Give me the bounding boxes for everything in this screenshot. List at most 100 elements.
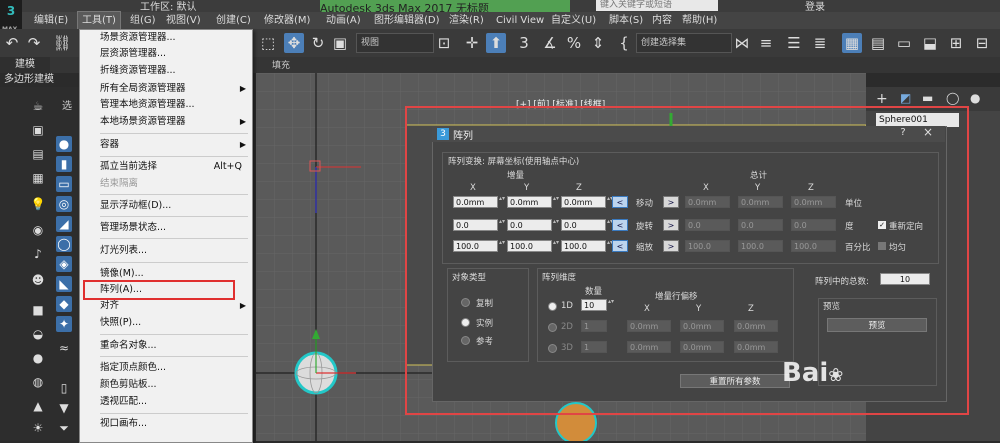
help-button[interactable]: ? — [893, 126, 913, 139]
hierarchy-tab-icon[interactable]: ▬ — [922, 91, 933, 105]
move-inc-x-field[interactable]: 0.0mm — [453, 196, 498, 208]
material-editor-icon[interactable]: ⬓ — [920, 33, 940, 53]
sphere-shape-icon[interactable]: ● — [56, 136, 72, 152]
dim-2d-count-field[interactable]: 1 — [581, 320, 607, 332]
spinner-icon[interactable]: ▴▾ — [553, 219, 559, 231]
funnel-icon[interactable]: ▼ — [56, 400, 72, 416]
redo-icon[interactable]: ↷ — [24, 33, 44, 53]
reference-radio[interactable] — [461, 336, 470, 345]
geo-sphere-icon[interactable]: ◈ — [56, 256, 72, 272]
spinner-icon[interactable]: ▴▾ — [499, 240, 505, 252]
align-icon[interactable]: ≡ — [756, 33, 776, 53]
menu-customize[interactable]: 自定义(U) — [551, 12, 596, 29]
named-selection-icon[interactable]: { — [614, 33, 634, 53]
hedra-icon[interactable]: ✦ — [56, 316, 72, 332]
rotate-inc-x-field[interactable]: 0.0 — [453, 219, 498, 231]
rotate-tot-z-field[interactable]: 0.0 — [791, 219, 836, 231]
scale-inc-x-field[interactable]: 100.0 — [453, 240, 498, 252]
spinner-icon[interactable]: ▴▾ — [499, 196, 505, 208]
dim-2d-z-field[interactable]: 0.0mm — [734, 320, 778, 332]
copy-radio[interactable] — [461, 298, 470, 307]
menu-containers[interactable]: 容器 ▶ — [100, 137, 250, 153]
snap-3d-icon[interactable]: 3 — [514, 33, 534, 53]
light-icon[interactable]: 💡 — [30, 196, 46, 212]
reference-coord-select[interactable]: 视图 — [356, 33, 434, 53]
schematic-view-icon[interactable]: ▭ — [894, 33, 914, 53]
move-inc-z-field[interactable]: 0.0mm — [561, 196, 606, 208]
dim-2d-y-field[interactable]: 0.0mm — [680, 320, 724, 332]
reset-all-parameters-button[interactable]: 重置所有参数 — [680, 374, 790, 388]
table-icon[interactable]: ▦ — [30, 170, 46, 186]
menu-rendering[interactable]: 渲染(R) — [449, 12, 484, 29]
menu-group[interactable]: 组(G) — [130, 12, 156, 29]
menu-content[interactable]: 内容 — [652, 12, 672, 29]
rotate-left-arrow-button[interactable]: < — [612, 219, 628, 231]
angle-snap-icon[interactable]: ∡ — [540, 33, 560, 53]
reorient-checkbox[interactable]: ✓ — [878, 221, 886, 229]
scale-icon[interactable]: ▣ — [330, 33, 350, 53]
instance-radio[interactable] — [461, 318, 470, 327]
menu-crease-explorer[interactable]: 折缝资源管理器... — [100, 63, 250, 79]
keyboard-shortcut-icon[interactable]: ⬆ — [486, 33, 506, 53]
move-tot-y-field[interactable]: 0.0mm — [738, 196, 783, 208]
scale-inc-y-field[interactable]: 100.0 — [507, 240, 552, 252]
menu-layer-explorer[interactable]: 层资源管理器... — [100, 46, 250, 62]
cone-shape-icon[interactable]: ◣ — [56, 276, 72, 292]
dim-3d-y-field[interactable]: 0.0mm — [680, 341, 724, 353]
menu-manage-local-explorers[interactable]: 管理本地资源管理器... — [100, 97, 250, 113]
modify-tab-icon[interactable]: ◩ — [900, 91, 911, 105]
spinner-snap-icon[interactable]: ⇕ — [588, 33, 608, 53]
render-setup-icon[interactable]: ⊞ — [946, 33, 966, 53]
move-tot-x-field[interactable]: 0.0mm — [685, 196, 730, 208]
menu-scene-explorer[interactable]: 场景资源管理器... — [100, 30, 250, 46]
menu-isolate-selection[interactable]: 孤立当前选择 Alt+Q — [100, 159, 250, 175]
render-icon[interactable]: ⊟ — [972, 33, 992, 53]
cage-icon[interactable]: ◍ — [30, 374, 46, 390]
teapot-icon[interactable]: ☕ — [30, 98, 46, 114]
dim-2d-x-field[interactable]: 0.0mm — [627, 320, 671, 332]
scene-explorer-icon[interactable]: ≣ — [810, 33, 830, 53]
ribbon-sub-polygon-modeling[interactable]: 多边形建模 — [0, 73, 84, 87]
rotate-inc-y-field[interactable]: 0.0 — [507, 219, 552, 231]
menu-rename-objects[interactable]: 重命名对象... — [100, 338, 250, 354]
rotate-right-arrow-button[interactable]: > — [663, 219, 679, 231]
scale-left-arrow-button[interactable]: < — [612, 240, 628, 252]
dim-2d-radio[interactable] — [548, 323, 557, 332]
uniform-checkbox[interactable] — [878, 242, 886, 250]
selection-set-select[interactable]: 创建选择集 — [636, 33, 732, 53]
close-button[interactable]: × — [917, 126, 939, 139]
menu-light-lister[interactable]: 灯光列表... — [100, 243, 250, 259]
dome-icon[interactable]: ◒ — [30, 326, 46, 342]
scale-tot-y-field[interactable]: 100.0 — [738, 240, 783, 252]
move-inc-y-field[interactable]: 0.0mm — [507, 196, 552, 208]
scale-inc-z-field[interactable]: 100.0 — [561, 240, 606, 252]
square-icon[interactable]: ■ — [30, 302, 46, 318]
menu-tools[interactable]: 工具(T) — [77, 11, 121, 30]
menu-local-scene-explorers[interactable]: 本地场景资源管理器 ▶ — [100, 114, 250, 130]
pivot-center-icon[interactable]: ⊡ — [434, 33, 454, 53]
menu-display-floater[interactable]: 显示浮动框(D)... — [100, 198, 250, 214]
menu-all-global-explorers[interactable]: 所有全局资源管理器 ▶ — [100, 81, 250, 97]
menu-assign-vertex-colors[interactable]: 指定顶点颜色... — [100, 360, 250, 376]
menu-create[interactable]: 创建(C) — [216, 12, 251, 29]
sun-icon[interactable]: ☀ — [30, 420, 46, 436]
menu-manage-scene-states[interactable]: 管理场景状态... — [100, 220, 250, 236]
teapot-shape-icon[interactable]: ◆ — [56, 296, 72, 312]
rotate-inc-z-field[interactable]: 0.0 — [561, 219, 606, 231]
app-logo[interactable]: 3MAX — [0, 0, 22, 33]
dim-3d-radio[interactable] — [548, 344, 557, 353]
menu-align[interactable]: 对齐 ▶ — [100, 298, 250, 314]
ribbon-tab-modeling[interactable]: 建模 — [0, 57, 50, 73]
camera-icon[interactable]: ◉ — [30, 222, 46, 238]
spinner-icon[interactable]: ▴▾ — [608, 299, 614, 311]
spinner-icon[interactable]: ▴▾ — [499, 219, 505, 231]
doc-icon[interactable]: ▯ — [56, 380, 72, 396]
menu-modifiers[interactable]: 修改器(M) — [264, 12, 310, 29]
menu-graph-editors[interactable]: 图形编辑器(D) — [374, 12, 440, 29]
layer-manager-icon[interactable]: ☰ — [784, 33, 804, 53]
menu-viewport-canvas[interactable]: 视口画布... — [100, 416, 250, 432]
curve-editor-icon[interactable]: ▤ — [868, 33, 888, 53]
scale-tot-z-field[interactable]: 100.0 — [791, 240, 836, 252]
spinner-icon[interactable]: ▴▾ — [553, 196, 559, 208]
move-right-arrow-button[interactable]: > — [663, 196, 679, 208]
